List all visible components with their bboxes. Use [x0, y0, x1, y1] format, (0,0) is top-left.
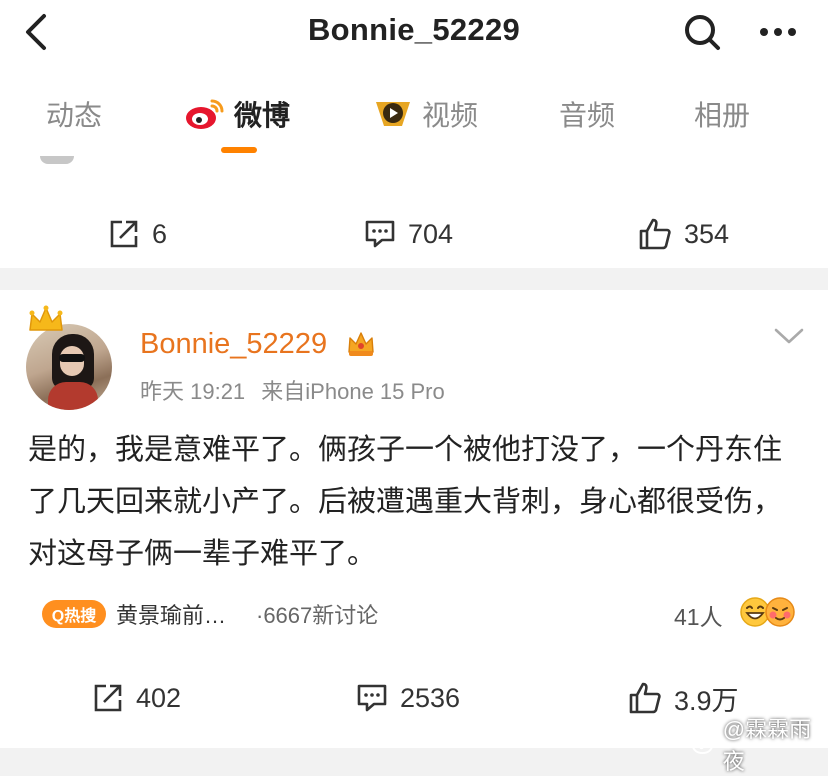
blush-emoji-icon: [765, 597, 795, 627]
thumbs-up-icon: [629, 682, 661, 714]
repost-button[interactable]: 6: [108, 204, 167, 264]
tab-label: 动态: [46, 100, 103, 131]
vip-crown-icon: [348, 332, 374, 356]
avatar-container[interactable]: [26, 305, 114, 412]
repost-count: 6: [152, 218, 168, 249]
like-button[interactable]: 354: [638, 204, 729, 264]
active-tab-indicator: [221, 147, 257, 153]
comment-count: 704: [408, 218, 454, 249]
tab-weibo[interactable]: 微博: [184, 94, 290, 134]
topic-link[interactable]: 黄景瑜前…: [116, 598, 226, 630]
tab-label: 微博: [234, 100, 291, 131]
crown-icon: [29, 305, 63, 331]
hot-topic-row[interactable]: Q热搜 黄景瑜前… ·6667新讨论 41人: [0, 592, 828, 632]
post-card: Bonnie_52229 昨天 19:21 来自iPhone 15 Pro 是的…: [0, 290, 828, 748]
comment-button[interactable]: 704: [364, 204, 453, 264]
hot-search-badge: Q热搜: [42, 600, 106, 628]
repost-count: 402: [136, 682, 182, 713]
reaction-people-count: 41人: [674, 604, 723, 630]
more-options-button[interactable]: [756, 14, 800, 50]
watermark: @霖霖雨夜: [692, 712, 828, 776]
weibo-logo-icon: [186, 99, 224, 129]
tab-dynamics[interactable]: 动态: [46, 94, 102, 134]
post-source: 来自iPhone 15 Pro: [261, 379, 445, 404]
chevron-down-icon[interactable]: [772, 324, 806, 348]
post-username[interactable]: Bonnie_52229: [140, 328, 327, 361]
tab-label: 音频: [559, 100, 616, 131]
more-dots-icon: [760, 28, 796, 36]
post-meta: 昨天 19:21 来自iPhone 15 Pro: [140, 374, 445, 406]
repost-button[interactable]: 402: [92, 668, 181, 728]
comment-count: 2536: [400, 682, 461, 713]
tab-album[interactable]: 相册: [694, 94, 750, 134]
post-actions: 6 704 354: [0, 204, 828, 264]
tab-video[interactable]: 视频: [372, 94, 478, 134]
thumbs-up-icon: [639, 218, 671, 250]
topic-discussion-count: ·6667新讨论: [256, 603, 379, 628]
search-button[interactable]: [682, 12, 722, 52]
tab-audio[interactable]: 音频: [559, 94, 615, 134]
repost-icon: [94, 684, 122, 712]
comment-button[interactable]: 2536: [356, 668, 460, 728]
tab-label: 视频: [422, 100, 479, 131]
video-play-icon: [376, 102, 410, 126]
weibo-logo-icon: [692, 734, 716, 755]
profile-tabs: 动态 微博 视频 音频 相册: [0, 76, 828, 156]
avatar: [26, 324, 112, 410]
watermark-text: @霖霖雨夜: [722, 717, 812, 774]
comment-icon: [357, 684, 387, 712]
search-icon: [685, 15, 720, 50]
tab-label: 相册: [694, 100, 751, 131]
post-text: 是的，我是意难平了。俩孩子一个被他打没了，一个丹东住了几天回来就小产了。后被遭遇…: [28, 434, 783, 570]
like-count: 354: [684, 218, 730, 249]
post-time: 昨天 19:21: [140, 379, 246, 404]
avatar: [40, 156, 74, 164]
top-bar: Bonnie_52229: [0, 0, 828, 76]
repost-icon: [110, 220, 138, 248]
comment-icon: [365, 220, 395, 248]
post-card: 6 704 354: [0, 156, 828, 268]
